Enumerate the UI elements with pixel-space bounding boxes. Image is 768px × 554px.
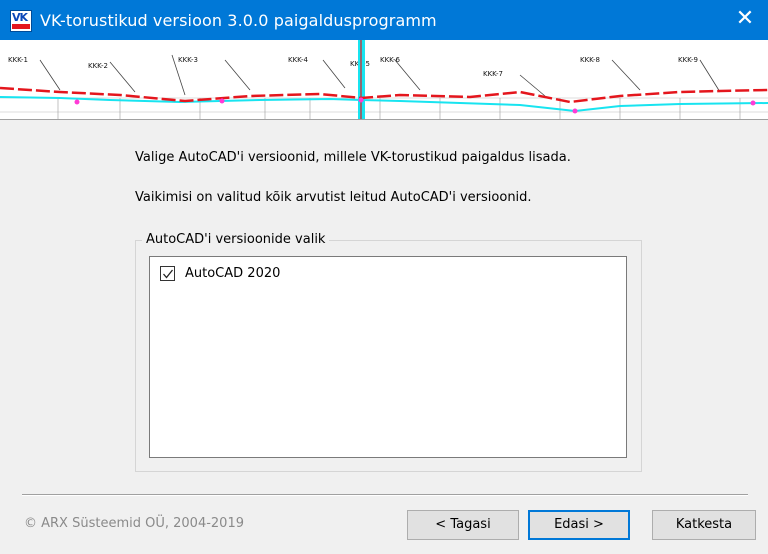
back-button-label: < Tagasi bbox=[435, 517, 491, 532]
list-item-label: AutoCAD 2020 bbox=[185, 265, 281, 281]
banner-label: KKK-6 bbox=[380, 56, 401, 64]
banner-label: KKK-3 bbox=[178, 56, 198, 64]
checkmark-icon bbox=[163, 269, 174, 279]
app-icon-text: VK bbox=[12, 11, 28, 24]
pipeline-drawing: KKK-1 KKK-2 KKK-3 KKK-4 KKK-5 KKK-6 KKK-… bbox=[0, 40, 768, 119]
banner-label: KKK-7 bbox=[483, 70, 503, 78]
version-listbox[interactable]: AutoCAD 2020 bbox=[149, 256, 627, 458]
vk-app-icon: VK bbox=[10, 10, 32, 32]
pipeline-banner-image: KKK-1 KKK-2 KKK-3 KKK-4 KKK-5 KKK-6 KKK-… bbox=[0, 40, 768, 120]
cancel-button-label: Katkesta bbox=[675, 517, 733, 532]
banner-label: KKK-9 bbox=[678, 56, 698, 64]
next-button[interactable]: Edasi > bbox=[528, 510, 630, 540]
title-bar: VK VK-torustikud versioon 3.0.0 paigaldu… bbox=[0, 0, 768, 40]
copyright-text: © ARX Süsteemid OÜ, 2004-2019 bbox=[24, 516, 244, 531]
cancel-button[interactable]: Katkesta bbox=[652, 510, 756, 540]
window-title: VK-torustikud versioon 3.0.0 paigalduspr… bbox=[40, 11, 437, 30]
list-item-autocad-2020[interactable]: AutoCAD 2020 bbox=[160, 264, 280, 282]
banner-label: KKK-4 bbox=[288, 56, 309, 64]
default-note-text: Vaikimisi on valitud kõik arvutist leitu… bbox=[135, 190, 532, 205]
close-icon: ✕ bbox=[735, 6, 755, 31]
banner-label: KKK-8 bbox=[580, 56, 600, 64]
close-button[interactable]: ✕ bbox=[722, 0, 768, 40]
banner-label: KKK-2 bbox=[88, 62, 108, 70]
back-button[interactable]: < Tagasi bbox=[407, 510, 519, 540]
footer-separator bbox=[22, 494, 748, 496]
group-title: AutoCAD'i versioonide valik bbox=[142, 232, 330, 247]
instruction-text: Valige AutoCAD'i versioonid, millele VK-… bbox=[135, 150, 571, 165]
banner-label: KKK-1 bbox=[8, 56, 28, 64]
autocad-2020-checkbox[interactable] bbox=[160, 265, 175, 281]
next-button-label: Edasi > bbox=[554, 517, 604, 532]
